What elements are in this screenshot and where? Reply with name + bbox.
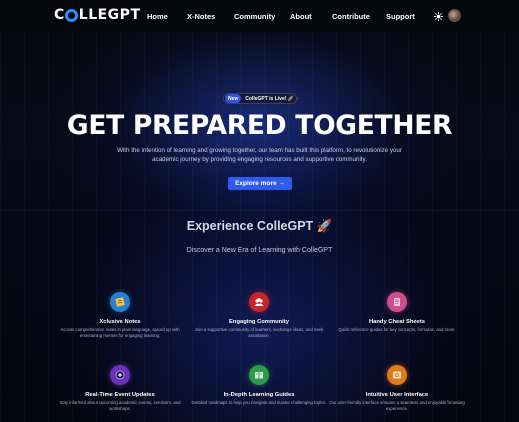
nav-link-about[interactable]: About xyxy=(290,12,312,21)
experience-subtitle: Discover a New Era of Learning with Coll… xyxy=(186,247,333,254)
section-divider xyxy=(0,210,519,211)
feature-title: Intuitive User Interface xyxy=(365,392,429,398)
nav-link-support[interactable]: Support xyxy=(386,12,415,21)
feature-description: Our user-friendly interface ensures a se… xyxy=(329,400,465,411)
badge-text: ColleGPT is Live! 🚀 xyxy=(245,95,295,102)
community-icon xyxy=(249,292,269,312)
experience-title: Experience ColleGPT 🚀 xyxy=(186,219,333,233)
nav-link-home[interactable]: Home xyxy=(147,12,168,21)
live-badge[interactable]: New ColleGPT is Live! 🚀 › xyxy=(223,93,299,104)
user-avatar[interactable] xyxy=(448,9,461,22)
cheat-sheet-icon xyxy=(387,292,407,312)
navbar: C LLEGPT Home X-Notes Community About Co… xyxy=(0,0,519,32)
feature-description: Access comprehensive notes in plain lang… xyxy=(60,327,180,338)
feature-title: Xclusive Notes xyxy=(99,319,141,325)
nav-link-x-notes[interactable]: X-Notes xyxy=(187,12,215,21)
page: C LLEGPT Home X-Notes Community About Co… xyxy=(0,0,519,422)
sun-icon[interactable] xyxy=(434,12,443,21)
hero-description: With the intention of learning and growi… xyxy=(117,147,402,163)
feature-description: Stay informed about upcoming academic ev… xyxy=(59,400,181,411)
feature-title: Handy Cheat Sheets xyxy=(368,319,426,325)
hero-title: GET PREPARED TOGETHER xyxy=(66,110,453,141)
feature-description: Detailed roadmaps to help you navigate a… xyxy=(191,400,327,405)
explore-more-button[interactable]: Explore more → xyxy=(228,177,292,190)
event-icon xyxy=(110,365,130,385)
feature-description: Join a supportive community of learners,… xyxy=(194,327,324,338)
chevron-right-icon: › xyxy=(297,95,299,102)
nav-link-contribute[interactable]: Contribute xyxy=(332,12,370,21)
feature-title: Real-Time Event Updates xyxy=(85,392,155,398)
interface-icon xyxy=(387,365,407,385)
feature-title: In-Depth Learning Guides xyxy=(223,392,295,398)
feature-title: Engaging Community xyxy=(229,319,289,325)
badge-new-label: New xyxy=(225,94,242,103)
notes-icon xyxy=(110,292,130,312)
feature-description: Quick reference guides for key concepts,… xyxy=(338,327,456,332)
guide-icon xyxy=(249,365,269,385)
nav-link-community[interactable]: Community xyxy=(234,12,275,21)
